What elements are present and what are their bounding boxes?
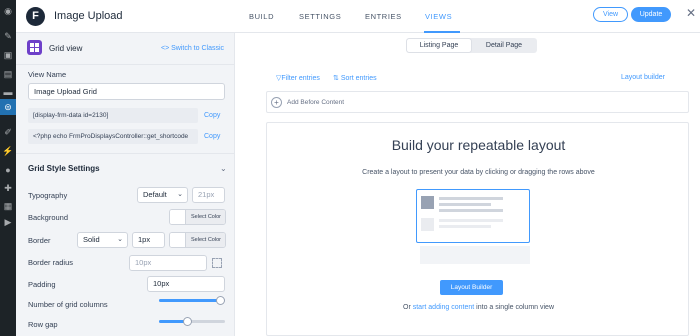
appearance-icon[interactable]: ✐ bbox=[0, 124, 16, 140]
expand-icon[interactable] bbox=[212, 258, 222, 268]
tab-settings[interactable]: SETTINGS bbox=[299, 12, 341, 21]
slider-knob[interactable] bbox=[216, 296, 225, 305]
border-style-select[interactable]: Solid ⌄ bbox=[77, 232, 128, 248]
view-name-label: View Name bbox=[28, 70, 67, 79]
users-icon[interactable]: ● bbox=[0, 162, 16, 178]
background-label: Background bbox=[28, 213, 69, 222]
illustration-ghost-row bbox=[420, 246, 530, 264]
grid-columns-label: Number of grid columns bbox=[28, 300, 108, 309]
active-tab-indicator bbox=[424, 31, 460, 33]
illustration-line bbox=[439, 225, 491, 228]
layout-placeholder-panel: Build your repeatable layout Create a la… bbox=[266, 122, 689, 336]
border-style-value: Solid bbox=[83, 235, 100, 244]
placeholder-title: Build your repeatable layout bbox=[391, 137, 566, 153]
slider-knob[interactable] bbox=[183, 317, 192, 326]
grid-view-header: Grid view <> Switch to Classic bbox=[16, 33, 235, 65]
padding-label: Padding bbox=[28, 280, 56, 289]
border-radius-input[interactable]: 10px bbox=[129, 255, 207, 271]
switch-to-classic-link[interactable]: <> Switch to Classic bbox=[161, 45, 224, 52]
start-adding-content-link[interactable]: start adding content bbox=[413, 304, 475, 311]
font-size-input[interactable]: 21px bbox=[192, 187, 225, 203]
pages-icon[interactable]: ▤ bbox=[0, 66, 16, 82]
shortcode-box: [display-frm-data id=2130] bbox=[28, 108, 198, 123]
illustration-line bbox=[439, 209, 503, 212]
section-title: Grid Style Settings bbox=[28, 164, 100, 173]
formidable-icon[interactable]: ⊜ bbox=[0, 99, 16, 115]
border-label: Border bbox=[28, 236, 51, 245]
placeholder-subtitle: Create a layout to present your data by … bbox=[362, 169, 595, 176]
sort-entries-label: Sort entries bbox=[340, 75, 377, 82]
layout-builder-button[interactable]: Layout Builder bbox=[440, 280, 503, 295]
or-prefix: Or bbox=[403, 304, 413, 311]
illustration-line bbox=[439, 203, 491, 206]
border-color-button[interactable]: Select Color bbox=[169, 232, 226, 248]
close-icon[interactable]: ✕ bbox=[686, 6, 696, 20]
view-settings-sidebar: Grid view <> Switch to Classic View Name… bbox=[16, 33, 235, 336]
top-bar: F Image Upload BUILD SETTINGS ENTRIES VI… bbox=[16, 0, 700, 33]
wp-dashboard-icon[interactable]: ◉ bbox=[0, 3, 16, 19]
layout-builder-link[interactable]: Layout builder bbox=[621, 74, 665, 81]
select-color-label: Select Color bbox=[186, 233, 225, 247]
update-button[interactable]: Update bbox=[631, 7, 671, 22]
plugins-icon[interactable]: ⚡ bbox=[0, 143, 16, 159]
slider-fill bbox=[159, 299, 220, 302]
detail-page-tab[interactable]: Detail Page bbox=[472, 39, 536, 52]
row-gap-slider[interactable] bbox=[159, 317, 225, 326]
layout-illustration bbox=[416, 189, 530, 243]
background-color-button[interactable]: Select Color bbox=[169, 209, 226, 225]
comments-icon[interactable]: ▬ bbox=[0, 84, 16, 100]
view-name-input[interactable]: Image Upload Grid bbox=[28, 83, 225, 100]
grid-columns-slider[interactable] bbox=[159, 296, 225, 305]
chevron-down-icon: ⌄ bbox=[117, 236, 123, 243]
typography-label: Typography bbox=[28, 191, 68, 200]
illustration-line bbox=[439, 219, 503, 222]
single-column-hint: Or start adding content into a single co… bbox=[267, 304, 690, 311]
form-title: Image Upload bbox=[54, 10, 123, 22]
tools-icon[interactable]: ✚ bbox=[0, 180, 16, 196]
page-type-toggle: Listing Page Detail Page bbox=[406, 38, 537, 53]
plus-icon: + bbox=[271, 97, 282, 108]
color-swatch bbox=[170, 210, 186, 224]
select-color-label: Select Color bbox=[186, 210, 225, 224]
illustration-line bbox=[439, 197, 503, 200]
color-swatch bbox=[170, 233, 186, 247]
tab-build[interactable]: BUILD bbox=[249, 12, 274, 21]
sort-icon: ⇅ bbox=[333, 75, 341, 82]
filter-entries-link[interactable]: ▽Filter entries bbox=[276, 74, 320, 82]
pin-icon[interactable]: ✎ bbox=[0, 28, 16, 44]
sort-entries-link[interactable]: ⇅ Sort entries bbox=[333, 74, 377, 82]
illustration-image bbox=[421, 196, 434, 209]
php-code-box: <?php echo FrmProDisplaysController::get… bbox=[28, 129, 198, 144]
media-icon[interactable]: ▣ bbox=[0, 47, 16, 63]
panel-title: Grid view bbox=[49, 44, 83, 53]
listing-page-tab[interactable]: Listing Page bbox=[407, 39, 471, 52]
font-select-value: Default bbox=[143, 190, 167, 199]
border-radius-label: Border radius bbox=[28, 258, 74, 267]
copy-php-button[interactable]: Copy bbox=[204, 133, 220, 140]
filter-entries-label: Filter entries bbox=[281, 75, 320, 82]
tab-entries[interactable]: ENTRIES bbox=[365, 12, 402, 21]
wp-admin-sidebar: ◉ ✎ ▣ ▤ ▬ ⊜ ✐ ⚡ ● ✚ ▦ ▶ bbox=[0, 0, 16, 336]
row-gap-label: Row gap bbox=[28, 320, 58, 329]
or-suffix: into a single column view bbox=[474, 304, 554, 311]
border-width-input[interactable]: 1px bbox=[132, 232, 165, 248]
copy-shortcode-button[interactable]: Copy bbox=[204, 112, 220, 119]
chevron-down-icon[interactable]: ⌄ bbox=[220, 164, 227, 173]
formidable-logo: F bbox=[26, 7, 45, 26]
padding-input[interactable]: 10px bbox=[147, 276, 225, 292]
add-before-label: Add Before Content bbox=[287, 99, 345, 106]
tab-views[interactable]: VIEWS bbox=[425, 12, 452, 21]
view-button[interactable]: View bbox=[593, 7, 628, 22]
play-icon[interactable]: ▶ bbox=[0, 214, 16, 230]
illustration-image bbox=[421, 218, 434, 231]
chevron-down-icon: ⌄ bbox=[177, 191, 183, 198]
add-before-content-row[interactable]: + Add Before Content bbox=[266, 91, 689, 113]
divider bbox=[16, 153, 235, 154]
settings-icon[interactable]: ▦ bbox=[0, 198, 16, 214]
font-select[interactable]: Default ⌄ bbox=[137, 187, 188, 203]
grid-view-icon bbox=[27, 40, 42, 55]
